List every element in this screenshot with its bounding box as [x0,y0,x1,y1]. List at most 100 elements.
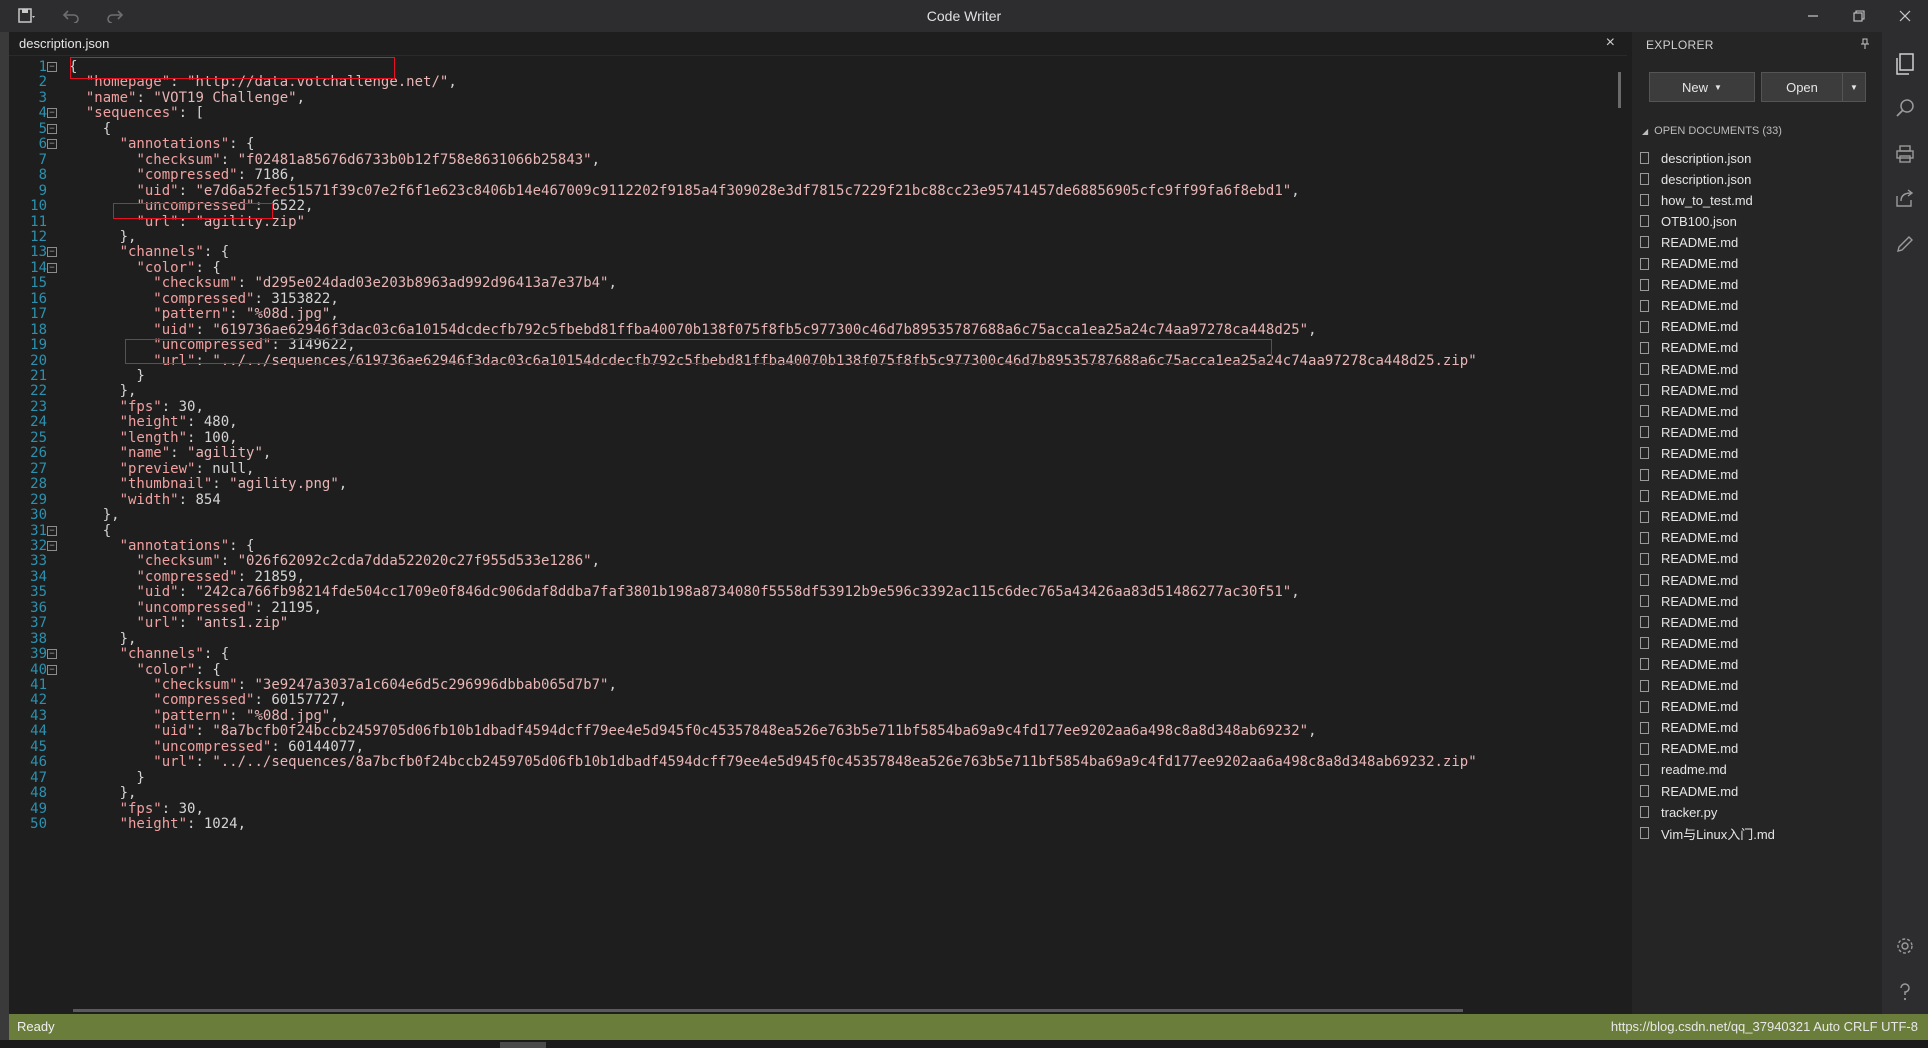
documents-icon[interactable] [1882,46,1928,82]
explorer-panel: EXPLORER New ▼ Open ▼ ◢ OPEN DOCUMENTS (… [1632,32,1882,1014]
code-area[interactable]: { "homepage": "http://data.votchallenge.… [9,56,1627,1014]
open-document-label: description.json [1661,171,1752,187]
file-icon [1640,236,1649,249]
horizontal-scrollbar[interactable] [9,1006,1627,1014]
bottom-strip [0,1040,1928,1048]
open-button-label: Open [1786,79,1818,95]
open-document-item[interactable]: Vim与Linux入门.md [1632,821,1882,845]
file-icon [1640,278,1649,291]
search-icon[interactable] [1882,90,1928,126]
left-edge-strip [0,32,9,1048]
quick-toolbar [14,6,128,26]
open-document-label: README.md [1661,361,1739,377]
open-documents-label: OPEN DOCUMENTS (33) [1654,125,1782,137]
file-icon [1640,785,1649,797]
file-icon [1640,489,1649,502]
file-icon [1640,721,1649,734]
minimize-icon[interactable] [1790,0,1836,32]
open-document-label: README.md [1661,530,1739,546]
open-documents-header[interactable]: ◢ OPEN DOCUMENTS (33) [1632,120,1882,142]
vertical-scrollbar[interactable] [1615,56,1627,1014]
restore-icon[interactable] [1836,0,1882,32]
bottom-handle [500,1042,546,1048]
file-icon [1640,299,1649,312]
file-icon [1640,320,1649,333]
file-icon [1640,426,1649,439]
window-title: Code Writer [926,8,1002,24]
file-icon [1640,574,1649,586]
file-icon [1640,384,1649,397]
open-document-label: how_to_test.md [1661,192,1753,208]
save-icon[interactable] [14,6,40,26]
open-document-label: README.md [1661,403,1739,419]
code-line: "height": 1024, [119,816,247,833]
file-icon [1640,827,1649,840]
open-document-label: README.md [1661,635,1739,651]
file-icon [1640,194,1649,207]
open-document-label: README.md [1661,551,1739,567]
open-document-label: README.md [1661,488,1739,504]
open-button[interactable]: Open [1761,72,1843,102]
pin-icon[interactable] [1860,38,1870,53]
open-document-label: README.md [1661,319,1739,335]
file-icon [1640,510,1649,523]
horizontal-scroll-thumb[interactable] [73,1009,1463,1012]
vertical-scroll-thumb[interactable] [1618,72,1621,108]
chevron-down-icon: ▼ [1714,82,1722,92]
open-document-label: readme.md [1661,762,1727,778]
open-document-label: README.md [1661,741,1739,757]
open-document-label: README.md [1661,424,1739,440]
chevron-down-icon: ▼ [1850,82,1858,92]
file-icon [1640,257,1649,270]
share-icon[interactable] [1882,180,1928,216]
file-icon [1640,658,1649,671]
open-document-label: README.md [1661,593,1739,609]
open-document-label: README.md [1661,656,1739,672]
open-document-label: README.md [1661,445,1739,461]
undo-icon[interactable] [58,6,84,26]
file-icon [1640,595,1649,608]
open-document-label: README.md [1661,783,1739,799]
pen-icon[interactable] [1882,226,1928,262]
file-icon [1640,679,1649,692]
open-document-label: README.md [1661,382,1739,398]
file-icon [1640,531,1649,544]
open-document-label: README.md [1661,509,1739,525]
print-icon[interactable] [1882,136,1928,172]
open-document-label: Vim与Linux入门.md [1661,826,1775,842]
redo-icon[interactable] [102,6,128,26]
tab-description-json[interactable]: description.json [19,36,109,51]
status-bar: Ready https://blog.csdn.net/qq_37940321 … [9,1014,1928,1040]
settings-icon[interactable] [1882,928,1928,964]
file-icon [1640,637,1649,650]
help-icon[interactable] [1882,974,1928,1010]
open-document-label: README.md [1661,467,1739,482]
activity-bar [1882,32,1928,1014]
title-bar: Code Writer [0,0,1928,32]
tab-close-button[interactable]: × [1606,34,1615,52]
open-document-label: README.md [1661,699,1739,715]
file-icon [1640,616,1649,629]
editor-tab-bar: description.json × [9,32,1627,56]
file-icon [1640,173,1649,186]
open-document-label: description.json [1661,150,1752,166]
collapse-triangle-icon: ◢ [1642,126,1649,136]
open-document-label: README.md [1661,256,1739,271]
open-dropdown-button[interactable]: ▼ [1842,72,1866,102]
status-info: https://blog.csdn.net/qq_37940321 Auto C… [1610,1019,1918,1034]
file-icon [1640,700,1649,713]
close-icon[interactable] [1882,0,1928,32]
code-editor[interactable]: 1−2 3 4−5−6−7 8 9 10 11 12 13−14−15 16 17 18 19 20 21 2… [9,56,1627,1014]
open-document-label: README.md [1661,720,1739,736]
open-document-label: README.md [1661,678,1739,693]
open-document-label: README.md [1661,298,1739,314]
open-document-label: OTB100.json [1661,213,1737,229]
file-icon [1640,552,1649,565]
explorer-title: EXPLORER [1646,38,1714,52]
file-icon [1640,447,1649,460]
file-icon [1640,806,1649,819]
new-button[interactable]: New ▼ [1649,72,1755,102]
open-document-label: README.md [1661,572,1739,588]
file-icon [1640,215,1649,228]
open-document-label: README.md [1661,277,1739,293]
